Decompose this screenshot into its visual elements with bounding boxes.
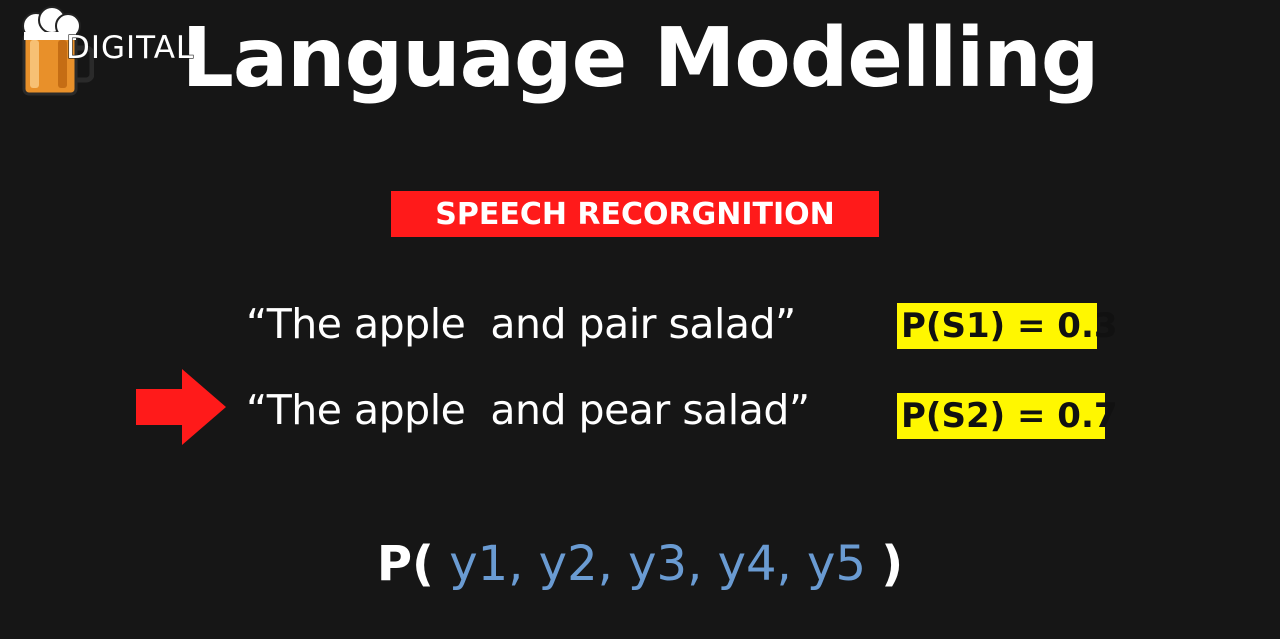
logo-text: DIGITAL: [65, 29, 195, 66]
right-arrow-icon: [136, 369, 226, 445]
probability-label-2: P(S2) = 0.7: [897, 393, 1118, 439]
topic-badge: SPEECH RECORGNITION: [391, 191, 879, 237]
probability-formula: P( y1, y2, y3, y4, y5 ): [0, 536, 1280, 592]
probability-label-1: P(S1) = 0.3: [897, 303, 1118, 349]
formula-prefix: P(: [376, 536, 434, 592]
slide: DIGITAL Language Modelling SPEECH RECORG…: [0, 0, 1280, 639]
formula-variables: y1, y2, y3, y4, y5: [433, 536, 882, 592]
candidate-sentence-2: “The apple and pear salad”: [246, 386, 810, 434]
candidate-sentence-1: “The apple and pair salad”: [246, 300, 796, 348]
formula-suffix: ): [881, 536, 904, 592]
